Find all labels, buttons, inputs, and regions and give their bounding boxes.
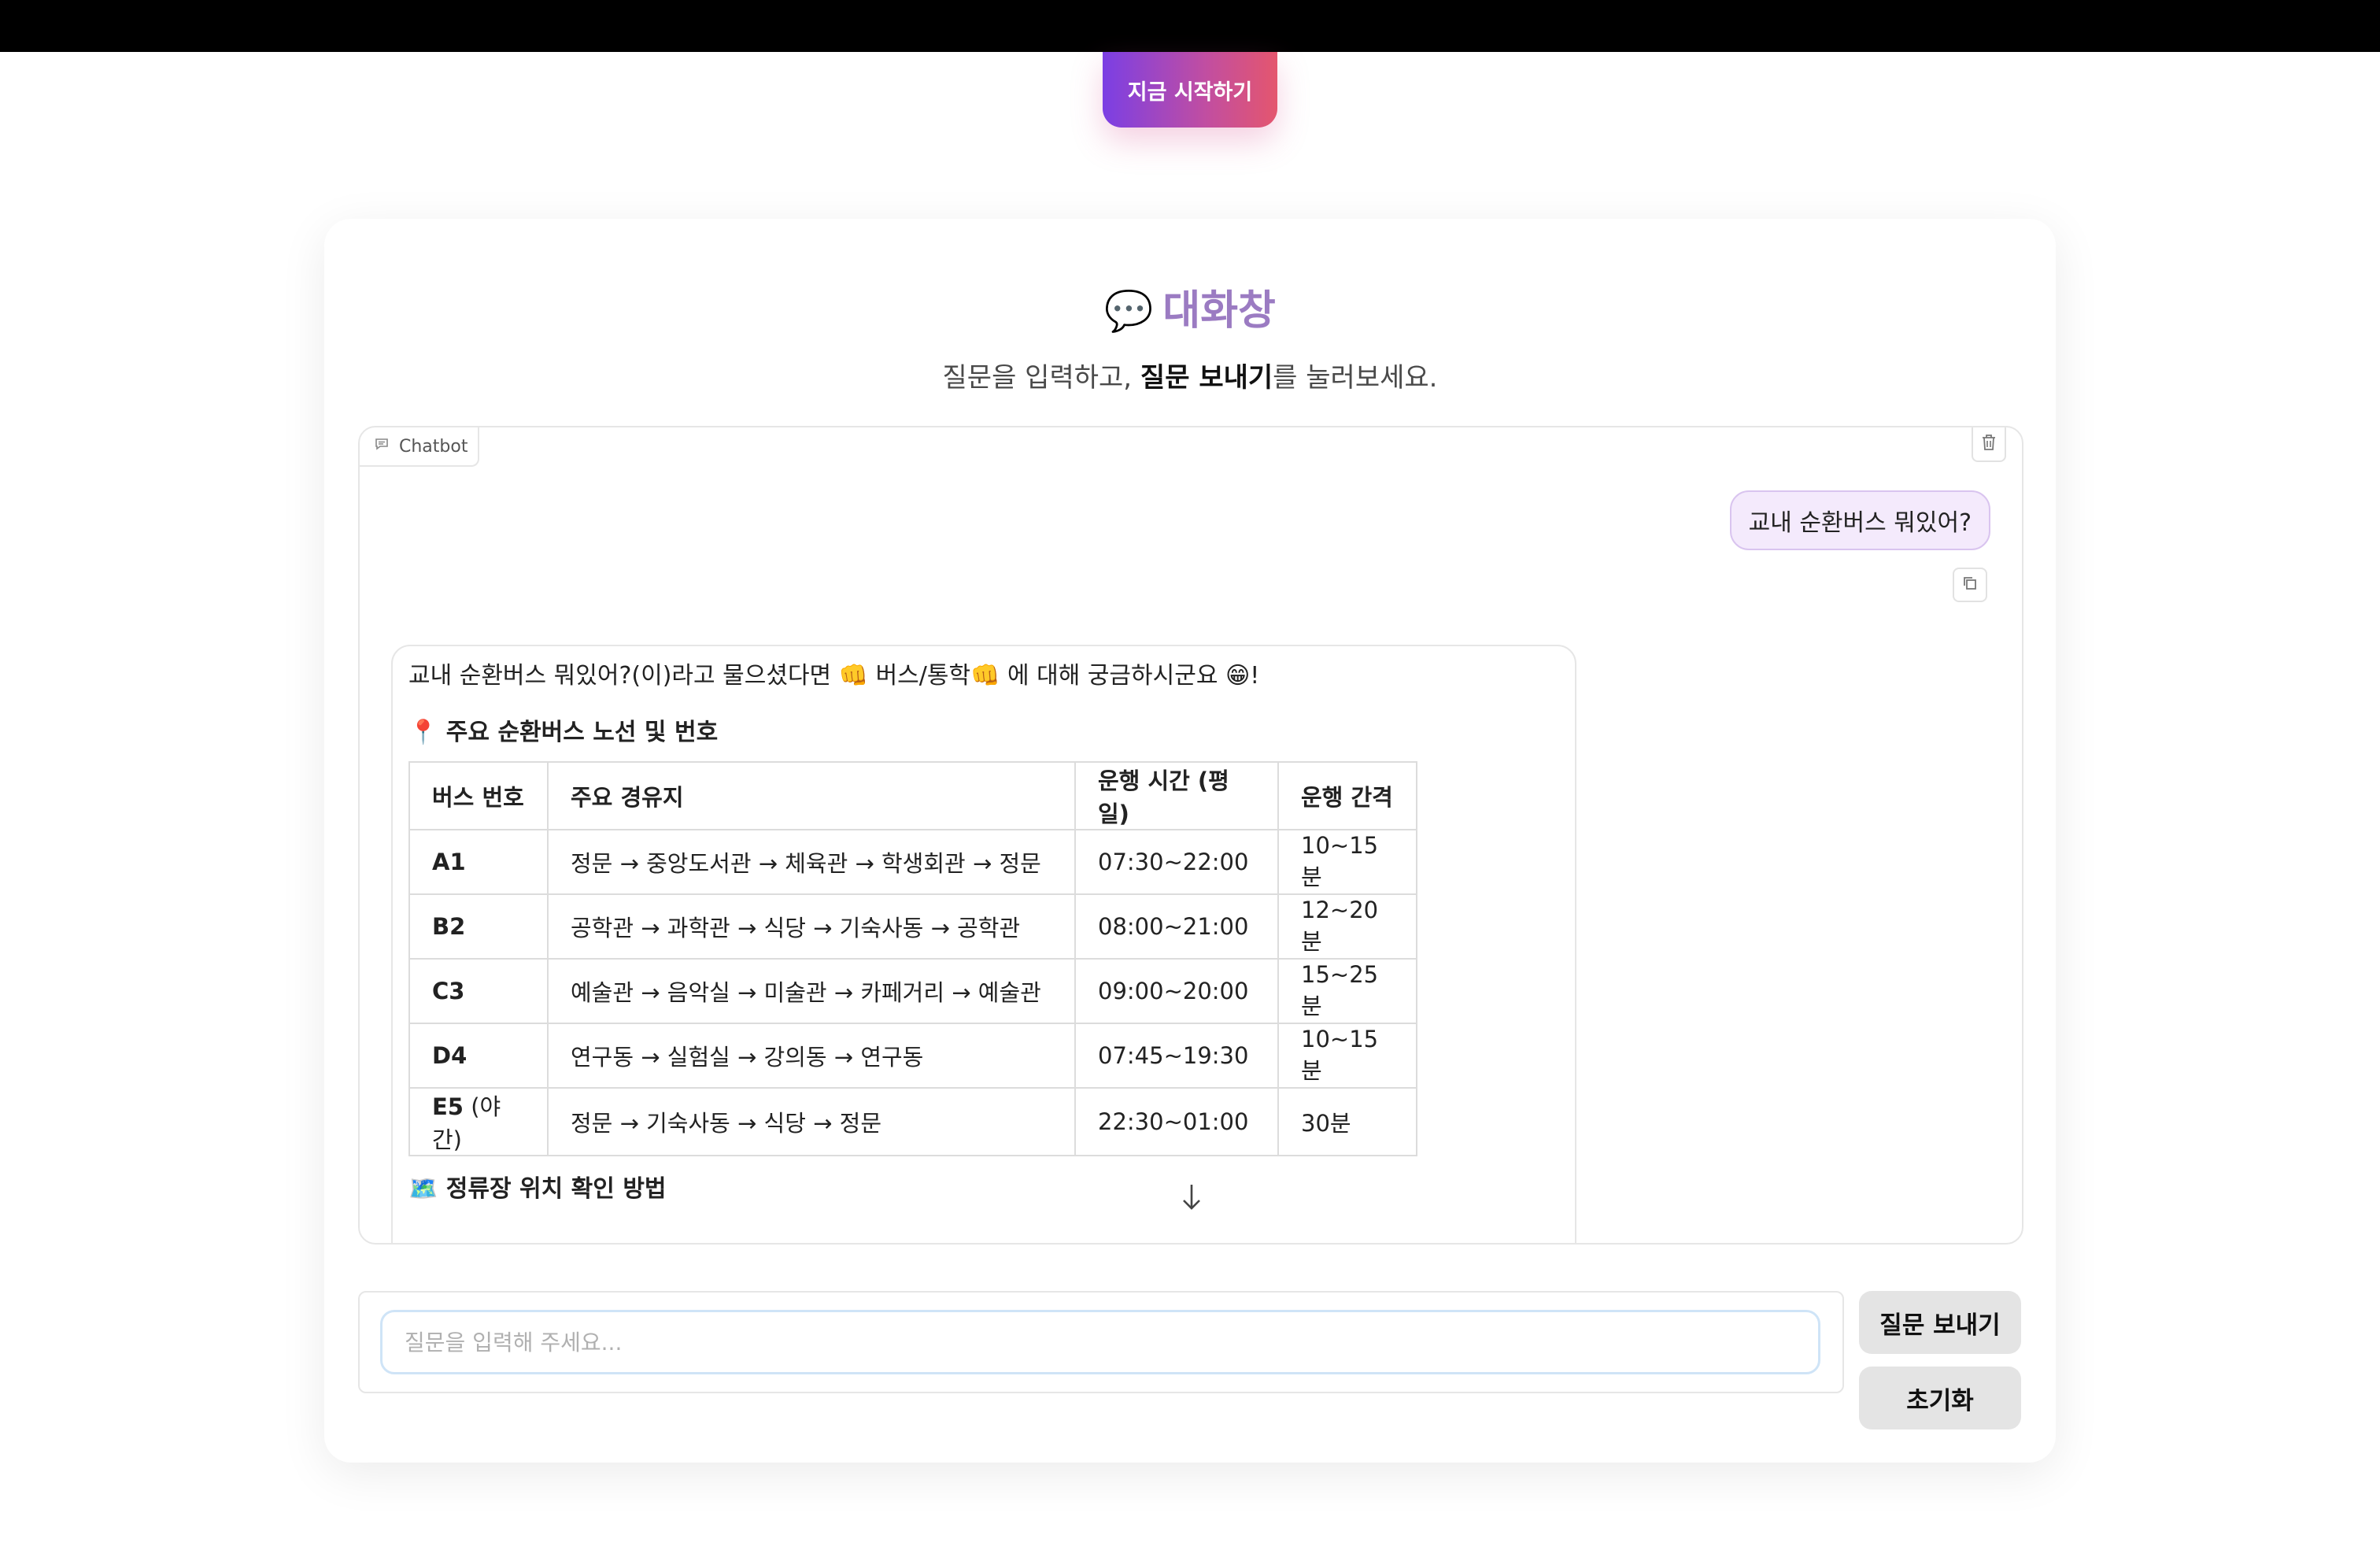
route-cell: 공학관 → 과학관 → 식당 → 기숙사동 → 공학관 — [547, 893, 1076, 960]
chatbot-panel[interactable]: Chatbot 교내 순환버스 뭐있어? 교내 순환버스 뭐있어?(이)라고 물… — [358, 426, 2023, 1245]
table-row: E5 (야간) 정문 → 기숙사동 → 식당 → 정문 22:30~01:00 … — [408, 1087, 1417, 1156]
bot-message-bubble: 교내 순환버스 뭐있어?(이)라고 물으셨다면 👊 버스/통학👊 에 대해 궁금… — [391, 645, 1576, 1243]
time-cell: 07:45~19:30 — [1074, 1023, 1279, 1089]
section-heading-routes: 📍 주요 순환버스 노선 및 번호 — [408, 719, 719, 746]
copy-icon — [1961, 575, 1979, 595]
bus-number-cell: C3 — [408, 958, 549, 1024]
message-input-container — [358, 1291, 1844, 1393]
trash-icon — [1980, 433, 1998, 455]
copy-message-button[interactable] — [1953, 568, 1987, 602]
column-header: 운행 간격 — [1277, 761, 1417, 830]
interval-cell: 15~25분 — [1277, 958, 1417, 1024]
interval-cell: 30분 — [1277, 1087, 1417, 1156]
column-header: 버스 번호 — [408, 761, 549, 830]
message-input[interactable] — [380, 1310, 1820, 1374]
chatbot-label: Chatbot — [360, 427, 479, 467]
table-row: A1 정문 → 중앙도서관 → 체육관 → 학생회관 → 정문 07:30~22… — [408, 829, 1417, 895]
reset-button[interactable]: 초기화 — [1859, 1367, 2021, 1429]
table-header-row: 버스 번호 주요 경유지 운행 시간 (평일) 운행 간격 — [408, 761, 1417, 830]
clear-chat-button[interactable] — [1972, 427, 2006, 462]
bus-number-cell: B2 — [408, 893, 549, 960]
time-cell: 22:30~01:00 — [1074, 1087, 1279, 1156]
scroll-to-bottom-button[interactable] — [1180, 1182, 1203, 1216]
page-title-text: 대화창 — [1162, 287, 1276, 335]
interval-cell: 12~20분 — [1277, 893, 1417, 960]
time-cell: 09:00~20:00 — [1074, 958, 1279, 1024]
interval-cell: 10~15분 — [1277, 1023, 1417, 1089]
column-header: 주요 경유지 — [547, 761, 1076, 830]
table-row: D4 연구동 → 실험실 → 강의동 → 연구동 07:45~19:30 10~… — [408, 1023, 1417, 1089]
bus-number-cell: E5 (야간) — [408, 1087, 549, 1156]
subtitle-text-pre: 질문을 입력하고, — [942, 362, 1140, 394]
bot-intro-text: 교내 순환버스 뭐있어?(이)라고 물으셨다면 👊 버스/통학👊 에 대해 궁금… — [408, 662, 1260, 690]
user-message-bubble: 교내 순환버스 뭐있어? — [1729, 490, 1990, 550]
route-cell: 예술관 → 음악실 → 미술관 → 카페거리 → 예술관 — [547, 958, 1076, 1024]
bus-number-cell: D4 — [408, 1023, 549, 1089]
route-cell: 정문 → 기숙사동 → 식당 → 정문 — [547, 1087, 1076, 1156]
arrow-down-icon — [1180, 1185, 1203, 1216]
route-cell: 정문 → 중앙도서관 → 체육관 → 학생회관 → 정문 — [547, 829, 1076, 895]
bus-route-table: 버스 번호 주요 경유지 운행 시간 (평일) 운행 간격 A1 정문 → 중앙… — [408, 761, 1417, 1156]
bus-number-cell: A1 — [408, 829, 549, 895]
page-title: 💬 대화창 — [0, 277, 2380, 336]
interval-cell: 10~15분 — [1277, 829, 1417, 895]
route-cell: 연구동 → 실험실 → 강의동 → 연구동 — [547, 1023, 1076, 1089]
start-now-button[interactable]: 지금 시작하기 — [1103, 52, 1277, 128]
top-bar — [0, 0, 2380, 52]
subtitle-text-bold: 질문 보내기 — [1140, 362, 1273, 394]
time-cell: 07:30~22:00 — [1074, 829, 1279, 895]
chat-bubble-icon — [374, 436, 390, 457]
column-header: 운행 시간 (평일) — [1074, 761, 1279, 830]
chatbot-label-text: Chatbot — [399, 436, 468, 457]
section-heading-stops: 🗺️ 정류장 위치 확인 방법 — [408, 1175, 667, 1203]
time-cell: 08:00~21:00 — [1074, 893, 1279, 960]
speech-balloon-icon: 💬 — [1104, 288, 1154, 334]
table-row: C3 예술관 → 음악실 → 미술관 → 카페거리 → 예술관 09:00~20… — [408, 958, 1417, 1024]
page-subtitle: 질문을 입력하고, 질문 보내기를 눌러보세요. — [0, 356, 2380, 394]
table-row: B2 공학관 → 과학관 → 식당 → 기숙사동 → 공학관 08:00~21:… — [408, 893, 1417, 960]
send-question-button[interactable]: 질문 보내기 — [1859, 1291, 2021, 1354]
subtitle-text-post: 를 눌러보세요. — [1273, 362, 1438, 394]
